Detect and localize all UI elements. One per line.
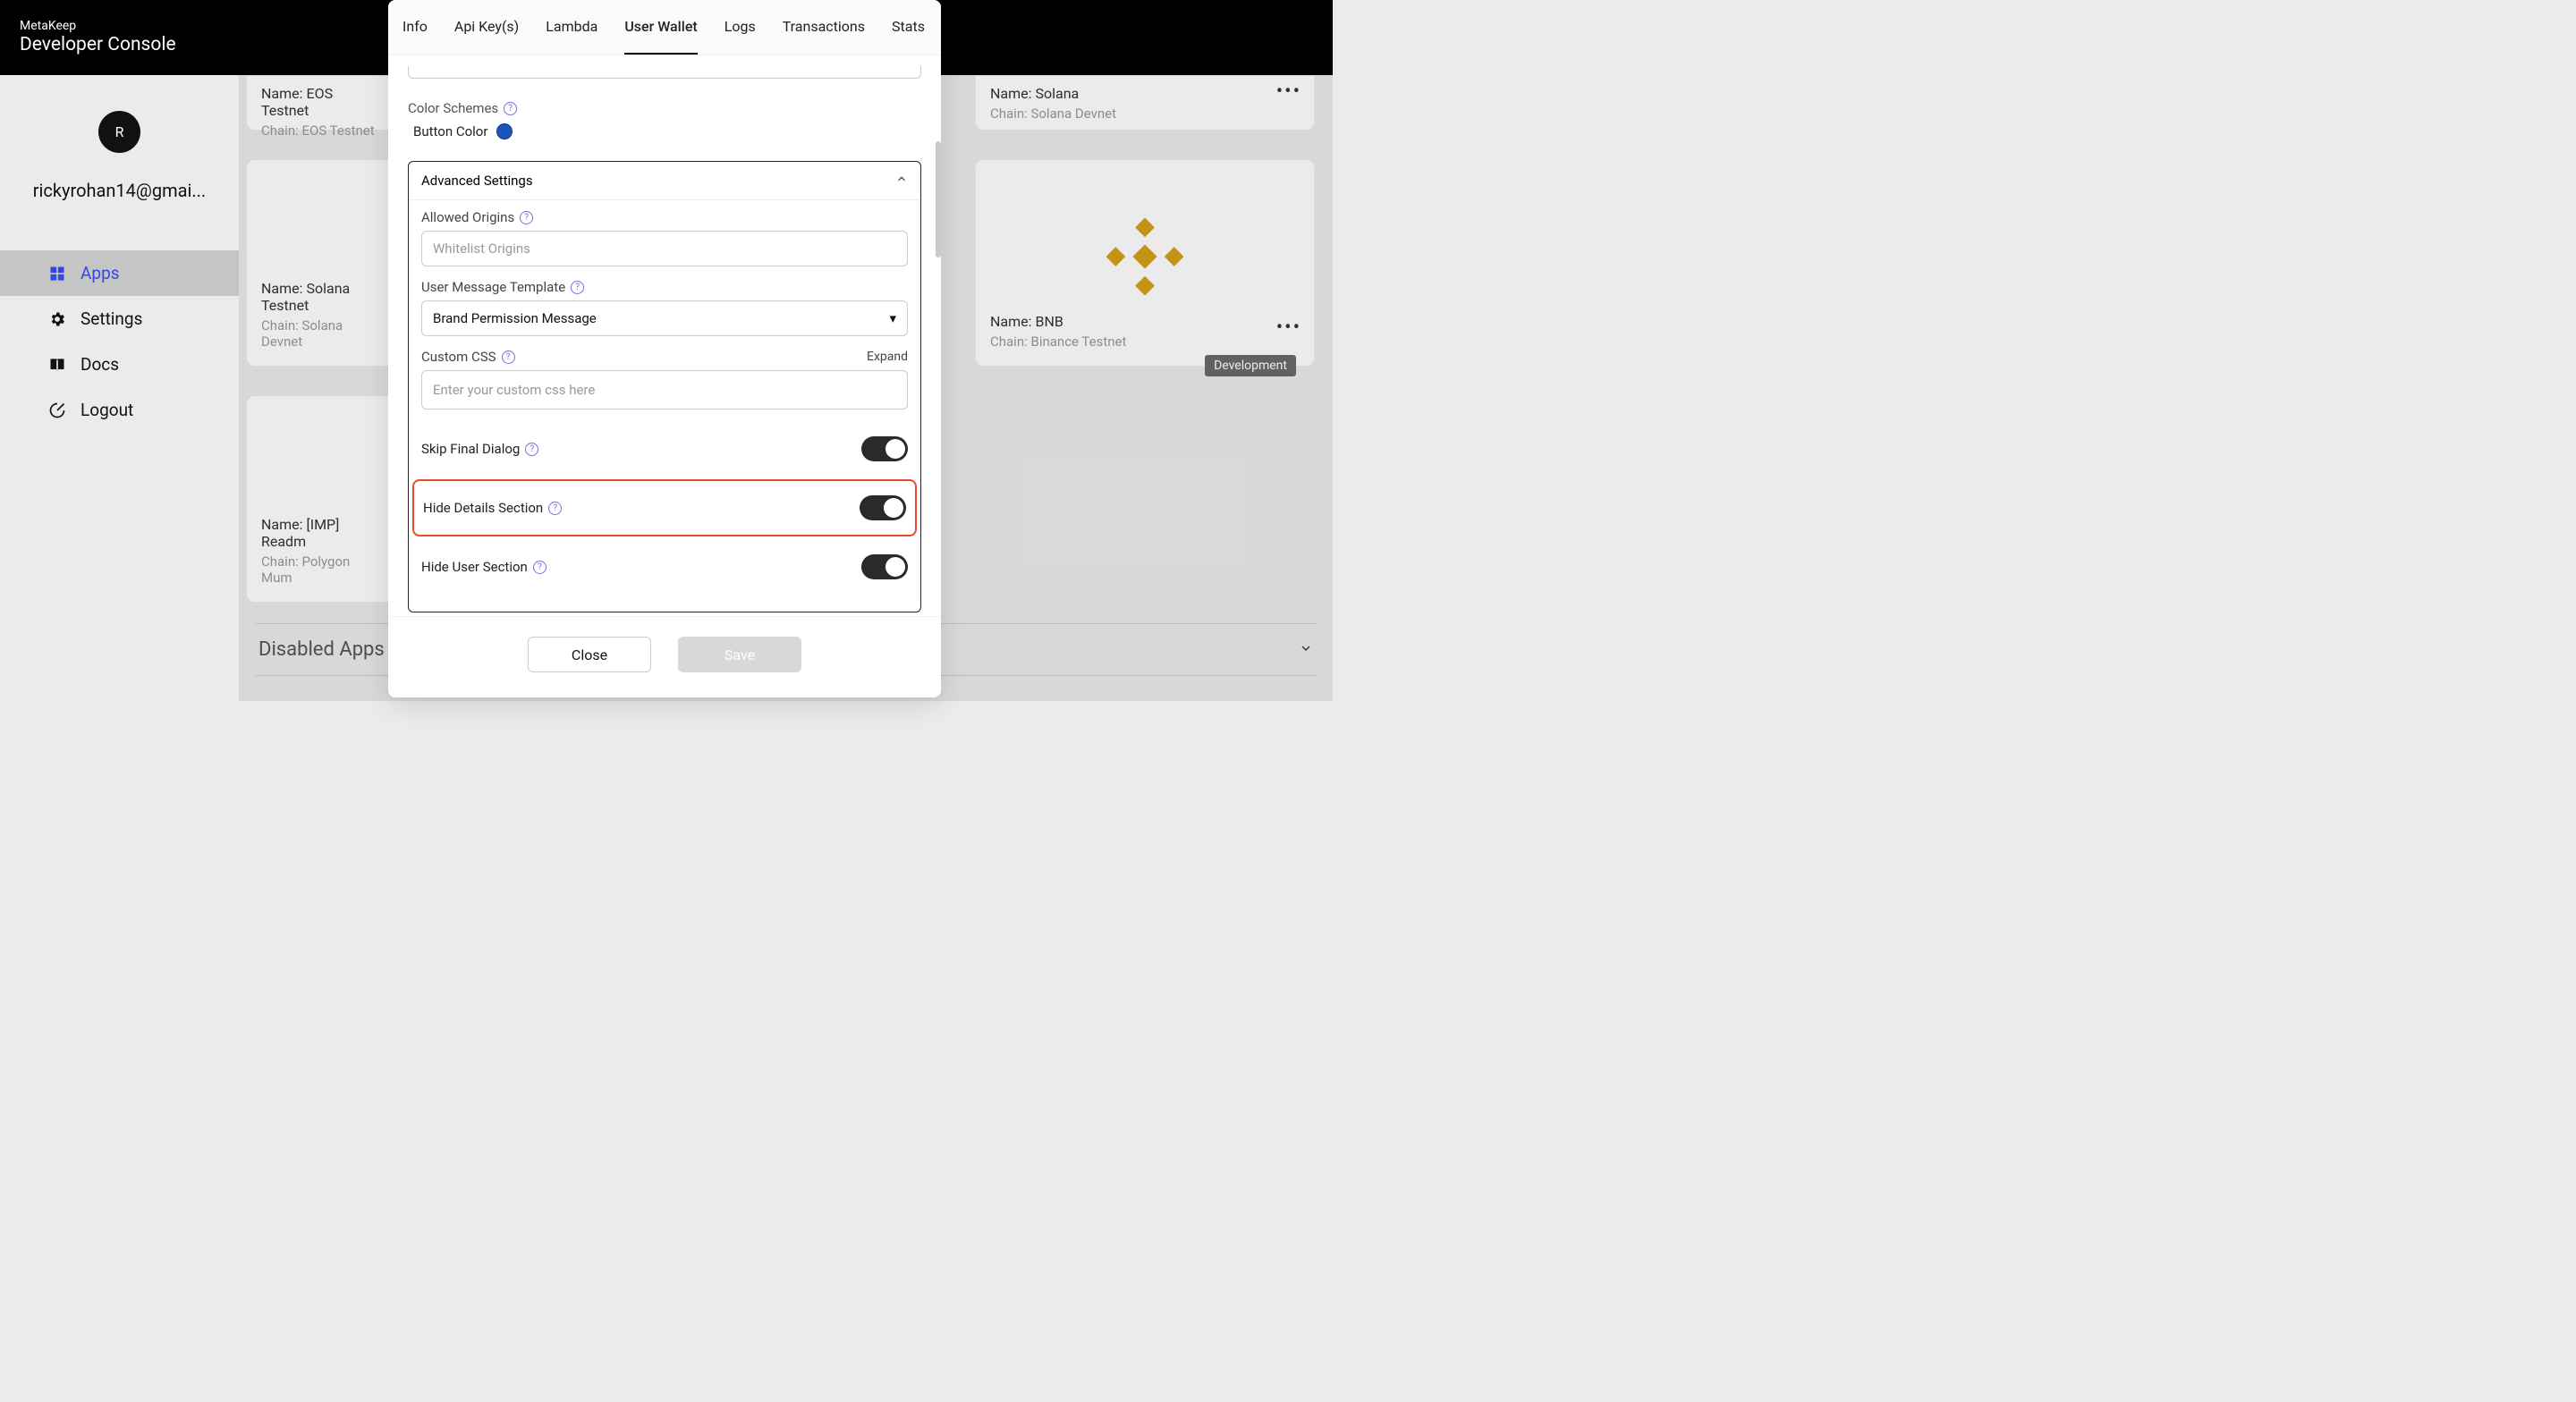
- tab-info[interactable]: Info: [402, 0, 428, 55]
- skip-final-dialog-label: Skip Final Dialog: [421, 441, 520, 457]
- user-email: rickyrohan14@gmai...: [33, 180, 206, 201]
- toggle-row-skip-final-dialog: Skip Final Dialog ?: [421, 422, 908, 476]
- sidebar-item-label: Logout: [80, 400, 133, 420]
- modal-tabs: Info Api Key(s) Lambda User Wallet Logs …: [388, 0, 941, 55]
- chevron-up-icon: [895, 173, 908, 189]
- grid-icon: [48, 265, 66, 283]
- accordion-title: Advanced Settings: [421, 173, 533, 189]
- help-icon[interactable]: ?: [520, 211, 533, 224]
- hide-user-toggle[interactable]: [861, 554, 908, 579]
- hide-details-toggle[interactable]: [860, 495, 906, 520]
- save-button: Save: [678, 637, 801, 672]
- close-button[interactable]: Close: [528, 637, 651, 672]
- sidebar-item-logout[interactable]: Logout: [0, 387, 239, 433]
- tab-api-keys[interactable]: Api Key(s): [454, 0, 519, 55]
- select-value: Brand Permission Message: [433, 310, 597, 326]
- console-title: Developer Console: [20, 34, 176, 56]
- modal-footer: Close Save: [388, 616, 941, 697]
- brand-name: MetaKeep: [20, 19, 176, 34]
- user-message-template-label: User Message Template: [421, 279, 565, 295]
- sidebar-item-label: Settings: [80, 308, 142, 329]
- tab-stats[interactable]: Stats: [892, 0, 925, 55]
- sidebar-item-label: Apps: [80, 263, 120, 283]
- tab-user-wallet[interactable]: User Wallet: [624, 0, 697, 55]
- allowed-origins-input[interactable]: [421, 231, 908, 266]
- tab-transactions[interactable]: Transactions: [783, 0, 865, 55]
- hide-details-label: Hide Details Section: [423, 500, 543, 516]
- skip-final-dialog-toggle[interactable]: [861, 436, 908, 461]
- tab-lambda[interactable]: Lambda: [546, 0, 597, 55]
- sidebar-item-label: Docs: [80, 354, 119, 375]
- hide-user-label: Hide User Section: [421, 559, 528, 575]
- color-schemes-label: Color Schemes: [408, 100, 498, 116]
- sidebar-item-docs[interactable]: Docs: [0, 342, 239, 387]
- sidebar-item-apps[interactable]: Apps: [0, 250, 239, 296]
- scrollbar[interactable]: [936, 141, 941, 258]
- gear-icon: [48, 310, 66, 328]
- user-message-template-select[interactable]: Brand Permission Message ▾: [421, 300, 908, 336]
- partial-input[interactable]: [408, 66, 921, 79]
- help-icon[interactable]: ?: [504, 102, 517, 115]
- expand-link[interactable]: Expand: [867, 350, 908, 364]
- avatar[interactable]: R: [98, 111, 140, 153]
- button-color-label: Button Color: [413, 123, 487, 139]
- help-icon[interactable]: ?: [502, 350, 515, 364]
- color-swatch[interactable]: [496, 123, 513, 139]
- custom-css-label: Custom CSS: [421, 349, 496, 365]
- help-icon[interactable]: ?: [525, 443, 538, 456]
- modal-body: Color Schemes ? Button Color Advanced Se…: [388, 55, 941, 616]
- caret-down-icon: ▾: [889, 310, 896, 326]
- sidebar: R rickyrohan14@gmai... Apps Settings Doc…: [0, 75, 239, 701]
- accordion-header[interactable]: Advanced Settings: [409, 162, 920, 199]
- toggle-row-hide-user: Hide User Section ?: [421, 540, 908, 594]
- toggle-row-hide-details: Hide Details Section ?: [423, 481, 906, 535]
- book-icon: [48, 356, 66, 374]
- help-icon[interactable]: ?: [548, 502, 562, 515]
- help-icon[interactable]: ?: [533, 561, 547, 574]
- custom-css-input[interactable]: [421, 370, 908, 410]
- advanced-settings-accordion: Advanced Settings Allowed Origins ? User…: [408, 161, 921, 612]
- settings-modal: Info Api Key(s) Lambda User Wallet Logs …: [388, 0, 941, 697]
- highlighted-setting: Hide Details Section ?: [412, 479, 917, 536]
- sidebar-item-settings[interactable]: Settings: [0, 296, 239, 342]
- logout-icon: [48, 401, 66, 419]
- tab-logs[interactable]: Logs: [724, 0, 756, 55]
- allowed-origins-label: Allowed Origins: [421, 209, 514, 225]
- help-icon[interactable]: ?: [571, 281, 584, 294]
